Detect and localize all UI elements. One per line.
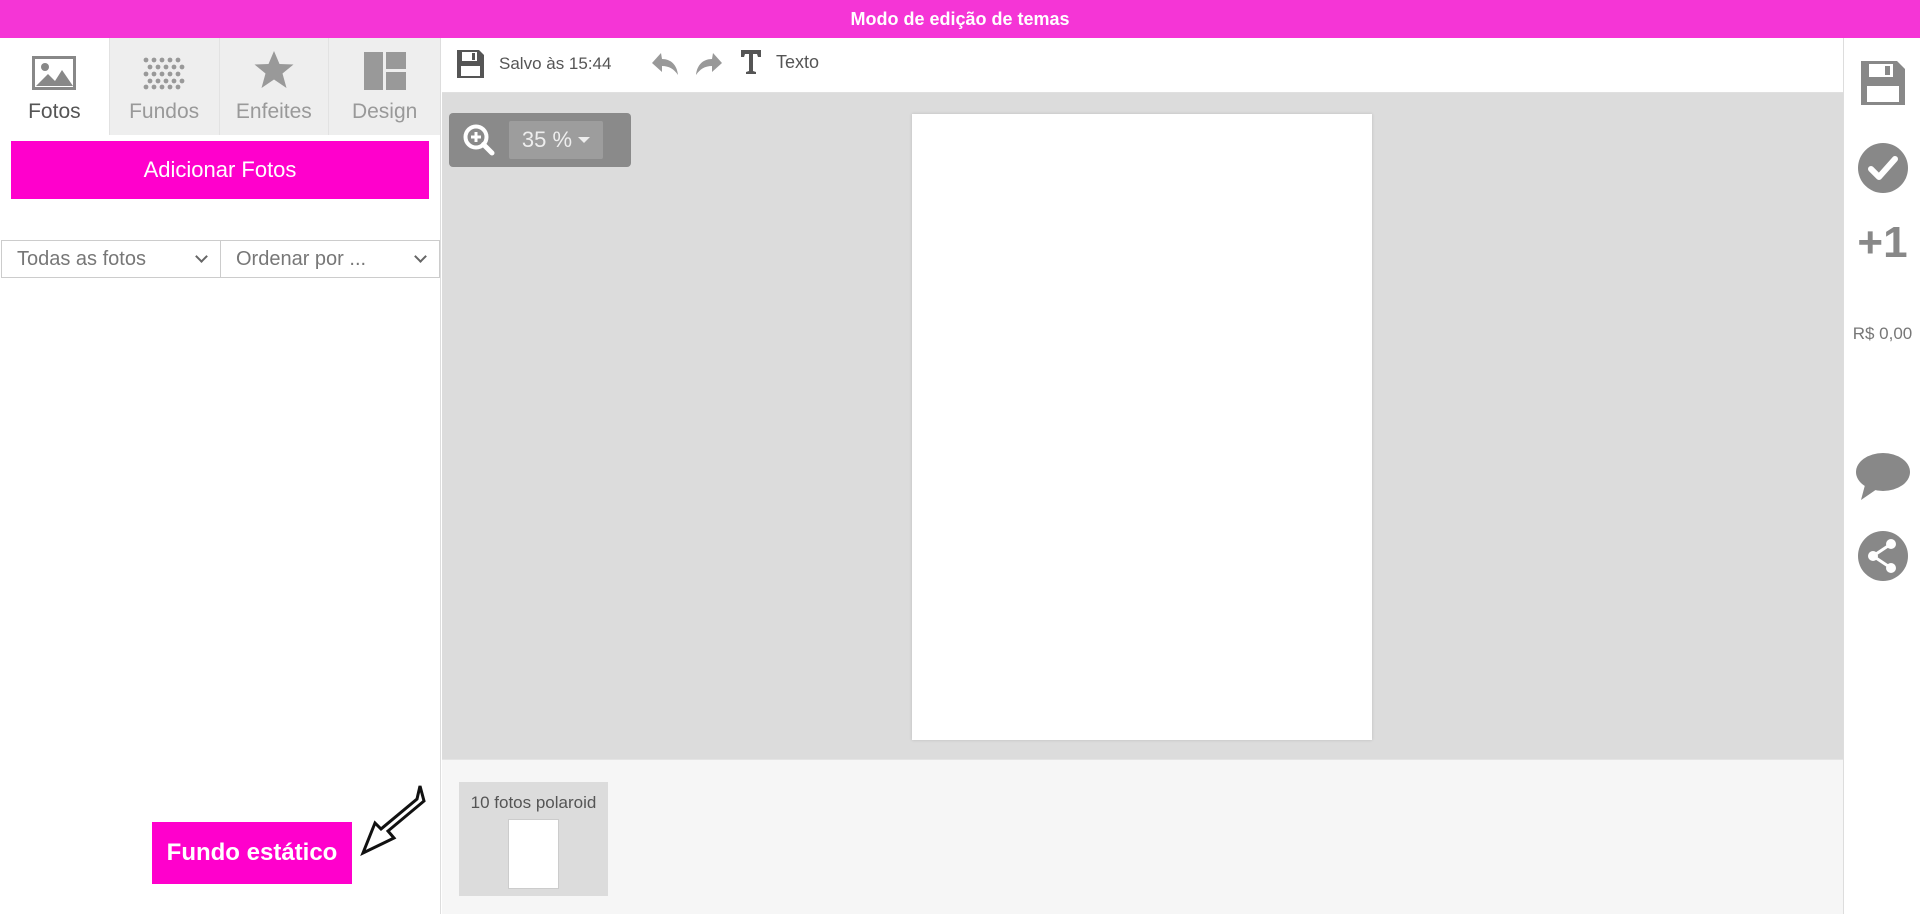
arrow-pointer-icon <box>360 785 426 856</box>
pages-strip: 10 fotos polaroid <box>442 759 1843 914</box>
chat-button[interactable] <box>1844 452 1920 502</box>
caret-down-icon <box>578 137 591 143</box>
static-background-button[interactable]: Fundo estático <box>152 822 352 884</box>
sort-select[interactable]: Ordenar por ... <box>221 240 440 278</box>
layout-icon <box>363 52 406 90</box>
tab-design[interactable]: Design <box>329 38 440 135</box>
editor-toolbar: Salvo às 15:44 Texto <box>442 38 1843 93</box>
zoom-level-value: 35 % <box>521 127 573 152</box>
right-sidebar: +1 R$ 0,00 <box>1843 38 1920 914</box>
chevron-down-icon <box>195 250 208 263</box>
add-photos-button[interactable]: Adicionar Fotos <box>11 141 429 199</box>
pattern-icon <box>143 57 185 90</box>
page-thumbnail[interactable]: 10 fotos polaroid <box>459 782 608 896</box>
thumbnail-label: 10 fotos polaroid <box>470 793 597 812</box>
text-tool-button[interactable]: Texto <box>740 49 819 75</box>
redo-button[interactable] <box>694 51 724 77</box>
zoom-in-icon[interactable] <box>463 124 495 156</box>
price-display: R$ 0,00 <box>1844 324 1920 344</box>
tab-enfeites-label: Enfeites <box>235 100 312 123</box>
editor-mode-banner: Modo de edição de temas <box>0 0 1920 38</box>
redo-icon <box>696 53 722 75</box>
photo-filters: Todas as fotos Ordenar por ... <box>1 240 440 278</box>
photo-filter-value: Todas as fotos <box>17 247 146 270</box>
thumbnail-page-preview <box>508 819 559 889</box>
tab-design-label: Design <box>351 100 418 123</box>
zoom-level-select[interactable]: 35 % <box>509 121 603 159</box>
tab-fundos[interactable]: Fundos <box>109 38 220 135</box>
share-button[interactable] <box>1844 530 1920 582</box>
tab-fotos-label: Fotos <box>28 100 81 123</box>
banner-title: Modo de edição de temas <box>850 8 1070 29</box>
save-icon <box>457 50 484 78</box>
finish-button[interactable] <box>1844 142 1920 194</box>
share-icon <box>1857 531 1908 581</box>
star-icon <box>254 51 294 88</box>
undo-button[interactable] <box>650 51 680 77</box>
sort-select-value: Ordenar por ... <box>236 247 367 270</box>
undo-icon <box>652 53 678 75</box>
zoom-control: 35 % <box>449 113 631 167</box>
chevron-down-icon <box>414 250 427 263</box>
save-status: Salvo às 15:44 <box>456 49 611 79</box>
tab-fotos[interactable]: Fotos <box>0 38 110 135</box>
price-value: R$ 0,00 <box>1852 324 1913 343</box>
left-panel: Fotos Fundos Enfeites Design Adicionar F… <box>0 38 441 914</box>
plus-one-label: +1 <box>1857 218 1908 267</box>
save-project-button[interactable] <box>1844 60 1920 106</box>
add-copy-button[interactable]: +1 <box>1844 218 1920 268</box>
photo-filter-select[interactable]: Todas as fotos <box>1 240 221 278</box>
design-page[interactable] <box>912 114 1372 740</box>
image-icon <box>32 56 77 90</box>
text-tool-label: Texto <box>776 51 820 72</box>
tab-fundos-label: Fundos <box>129 100 200 123</box>
text-icon <box>741 50 761 74</box>
check-circle-icon <box>1857 143 1908 193</box>
canvas-area: 35 % <box>442 93 1843 759</box>
panel-tabs: Fotos Fundos Enfeites Design <box>0 38 440 135</box>
chat-icon <box>1855 453 1910 500</box>
tab-enfeites[interactable]: Enfeites <box>219 38 330 135</box>
saved-status-text: Salvo às 15:44 <box>499 54 612 73</box>
save-icon <box>1860 61 1905 105</box>
